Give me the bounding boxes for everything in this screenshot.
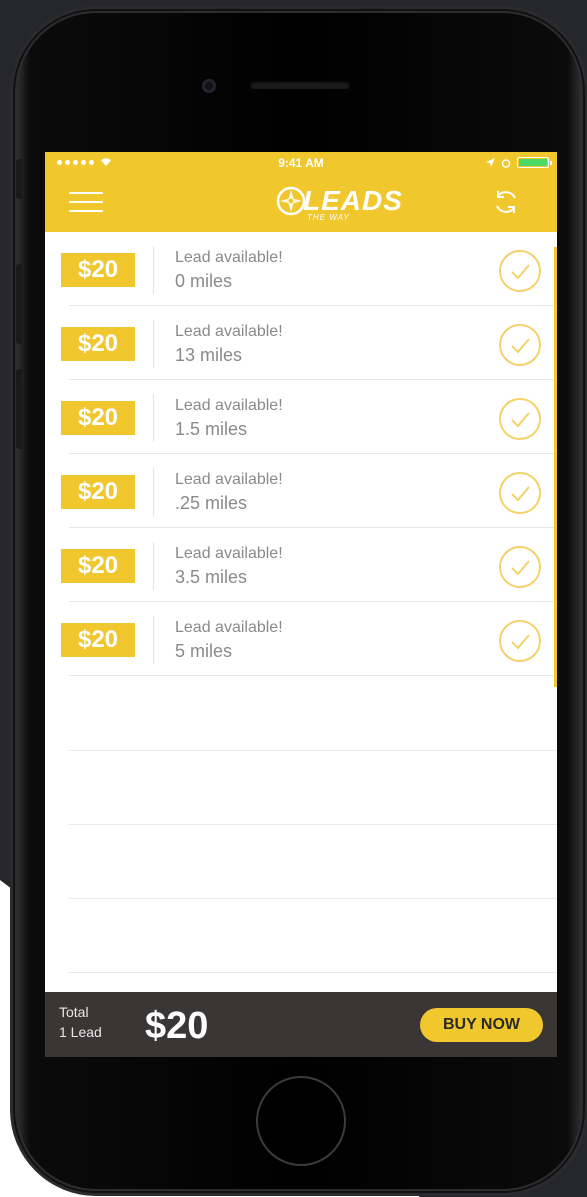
lead-title: Lead available! — [175, 249, 283, 266]
buy-now-button[interactable]: BUY NOW — [420, 1008, 543, 1042]
lead-row[interactable]: $20 Lead available! 1.5 miles — [45, 380, 557, 454]
checkout-footer: Total 1 Lead $20 BUY NOW — [45, 992, 557, 1057]
status-time: 9:41 AM — [278, 156, 324, 170]
empty-row-divider — [69, 824, 557, 825]
lead-row[interactable]: $20 Lead available! 0 miles — [45, 232, 557, 306]
lead-title: Lead available! — [175, 397, 283, 414]
refresh-icon[interactable] — [491, 187, 521, 217]
row-divider — [153, 394, 154, 442]
empty-row-divider — [69, 972, 557, 973]
total-label: Total — [59, 1004, 89, 1020]
lead-title: Lead available! — [175, 545, 283, 562]
row-divider — [153, 320, 154, 368]
alarm-icon — [501, 158, 511, 168]
lead-title: Lead available! — [175, 619, 283, 636]
status-bar: 9:41 AM — [45, 152, 557, 174]
price-tag: $20 — [61, 623, 135, 657]
lead-title: Lead available! — [175, 323, 283, 340]
menu-button[interactable] — [69, 190, 103, 214]
select-check-icon[interactable] — [498, 249, 542, 293]
lead-distance: .25 miles — [175, 493, 248, 513]
lead-count: 1 Lead — [59, 1024, 102, 1040]
mute-switch — [16, 159, 22, 199]
front-camera — [202, 79, 216, 93]
total-amount: $20 — [145, 1005, 209, 1047]
price-tag: $20 — [61, 549, 135, 583]
lead-row[interactable]: $20 Lead available! 5 miles — [45, 602, 557, 676]
lead-row[interactable]: $20 Lead available! .25 miles — [45, 454, 557, 528]
volume-up-button — [16, 264, 22, 344]
lead-distance: 5 miles — [175, 641, 233, 661]
select-check-icon[interactable] — [498, 397, 542, 441]
select-check-icon[interactable] — [498, 323, 542, 367]
location-icon — [486, 158, 495, 167]
price-tag: $20 — [61, 327, 135, 361]
logo-tagline: THE WAY — [307, 213, 350, 222]
row-divider — [153, 616, 154, 664]
app-logo: LEADS THE WAY — [275, 182, 415, 228]
price-tag: $20 — [61, 475, 135, 509]
lead-distance: 3.5 miles — [175, 567, 248, 587]
select-check-icon[interactable] — [498, 545, 542, 589]
empty-row-divider — [69, 898, 557, 899]
lead-distance: 13 miles — [175, 345, 243, 365]
lead-row[interactable]: $20 Lead available! 3.5 miles — [45, 528, 557, 602]
lead-row[interactable]: $20 Lead available! 13 miles — [45, 306, 557, 380]
earpiece-speaker — [250, 81, 350, 89]
volume-down-button — [16, 369, 22, 449]
row-divider — [153, 246, 154, 294]
price-tag: $20 — [61, 253, 135, 287]
lead-distance: 0 miles — [175, 271, 233, 291]
stage: 9:41 AM LEADS THE WAY $20 Lead available… — [0, 0, 587, 1197]
lead-distance: 1.5 miles — [175, 419, 248, 439]
battery-icon — [517, 157, 552, 168]
status-right — [486, 157, 552, 168]
app-header: 9:41 AM LEADS THE WAY — [45, 152, 557, 232]
select-check-icon[interactable] — [498, 471, 542, 515]
lead-title: Lead available! — [175, 471, 283, 488]
scroll-indicator — [554, 247, 557, 687]
row-divider — [153, 542, 154, 590]
price-tag: $20 — [61, 401, 135, 435]
app-screen: 9:41 AM LEADS THE WAY $20 Lead available… — [45, 152, 557, 1057]
select-check-icon[interactable] — [498, 619, 542, 663]
empty-row-divider — [69, 750, 557, 751]
row-divider — [153, 468, 154, 516]
logo-text: LEADS — [303, 185, 403, 216]
home-button[interactable] — [256, 1076, 346, 1166]
